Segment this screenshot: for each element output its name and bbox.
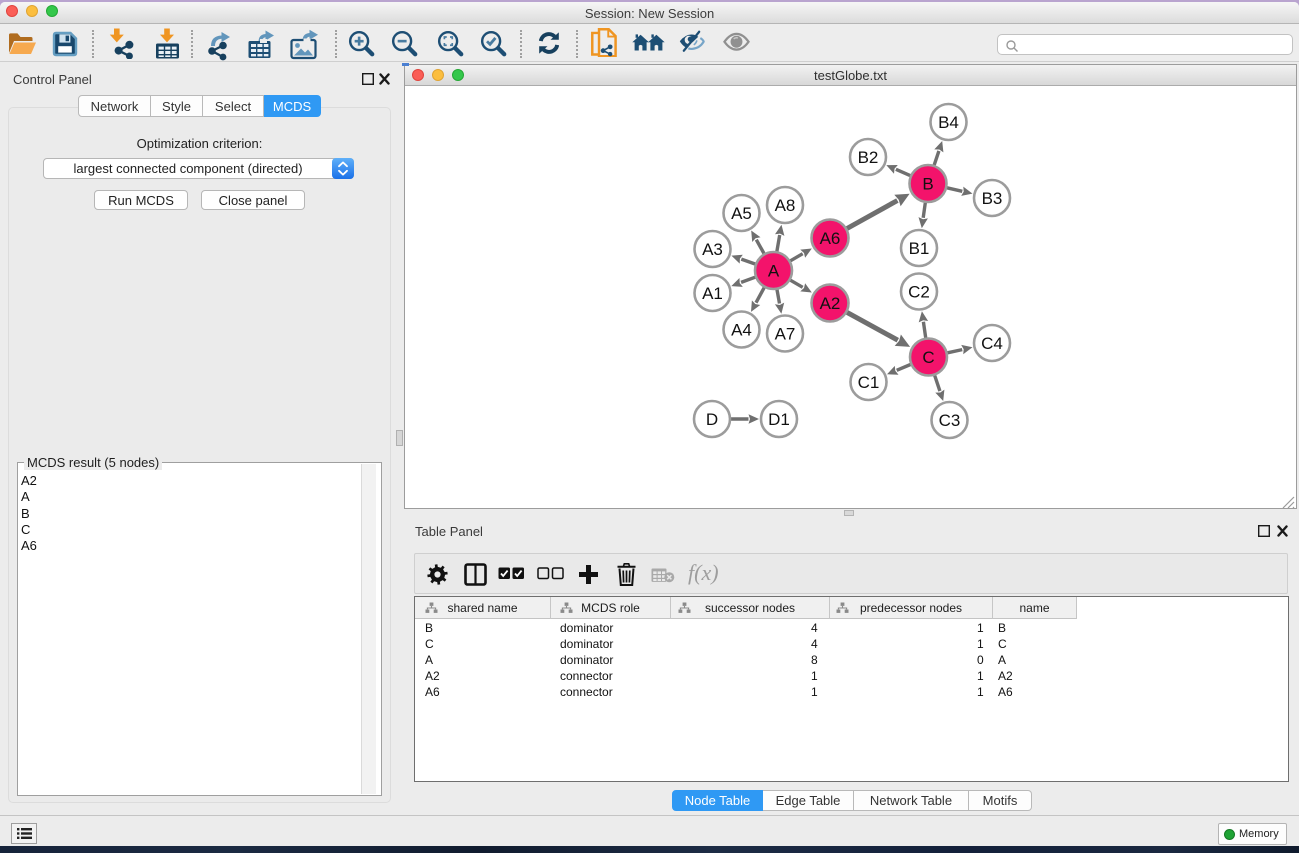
svg-text:D1: D1: [768, 410, 790, 429]
svg-text:A8: A8: [775, 196, 796, 215]
svg-text:C4: C4: [981, 334, 1003, 353]
svg-text:A2: A2: [820, 294, 841, 313]
svg-text:C3: C3: [939, 411, 961, 430]
svg-text:A4: A4: [731, 321, 752, 340]
svg-text:B: B: [922, 175, 933, 194]
svg-text:A: A: [768, 262, 780, 281]
svg-text:B4: B4: [938, 113, 959, 132]
svg-text:A7: A7: [775, 325, 796, 344]
svg-text:A1: A1: [702, 284, 723, 303]
svg-text:B2: B2: [858, 148, 879, 167]
svg-text:C1: C1: [858, 373, 880, 392]
svg-text:D: D: [706, 410, 718, 429]
svg-text:C2: C2: [908, 283, 930, 302]
svg-text:A3: A3: [702, 240, 723, 259]
svg-text:B3: B3: [982, 189, 1003, 208]
svg-text:C: C: [922, 348, 934, 367]
svg-text:A6: A6: [820, 229, 841, 248]
svg-text:B1: B1: [909, 239, 930, 258]
svg-text:A5: A5: [731, 204, 752, 223]
